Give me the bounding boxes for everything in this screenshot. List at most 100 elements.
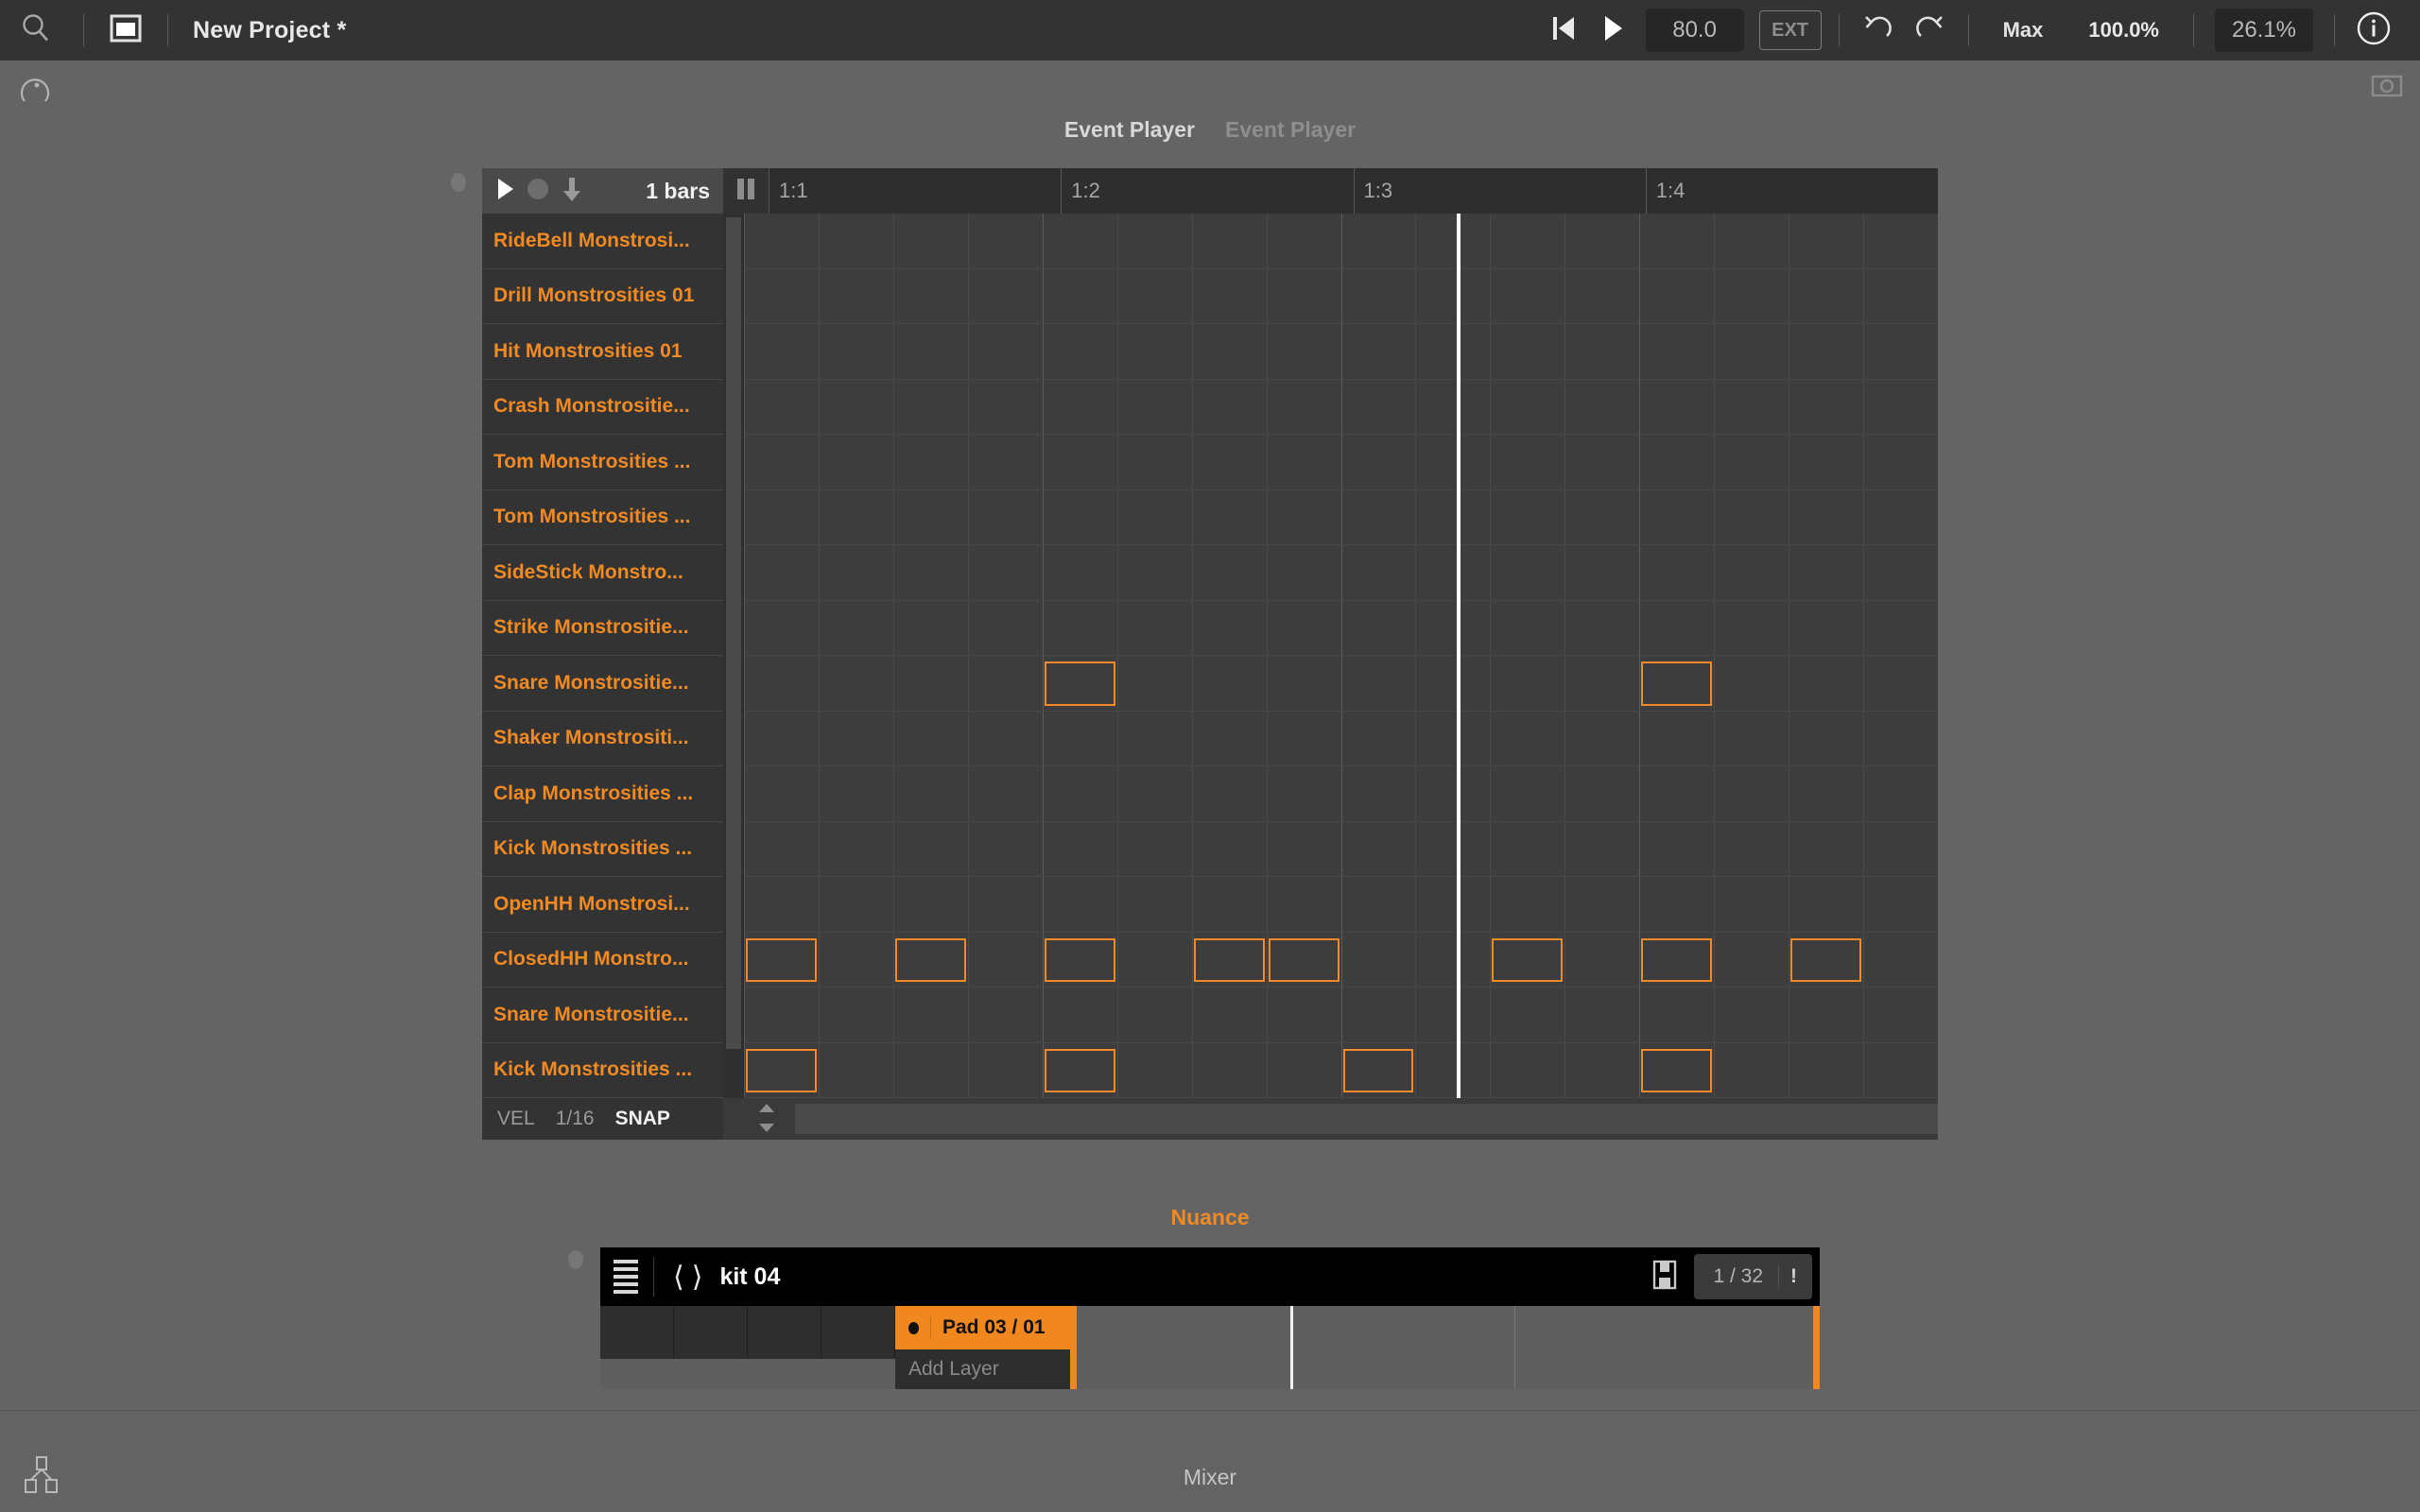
- grid-row[interactable]: [744, 877, 1938, 933]
- track-name-14[interactable]: Snare Monstrositie...: [482, 988, 723, 1043]
- track-name-12[interactable]: OpenHH Monstrosi...: [482, 877, 723, 933]
- track-name-7[interactable]: Strike Monstrositie...: [482, 601, 723, 656]
- play-icon[interactable]: [495, 177, 514, 206]
- pad-slot[interactable]: [748, 1306, 821, 1359]
- rewind-button[interactable]: [1538, 14, 1589, 47]
- grid-row[interactable]: [744, 766, 1938, 822]
- track-name-8[interactable]: Snare Monstrositie...: [482, 656, 723, 712]
- tab-event-player-2[interactable]: Event Player: [1225, 117, 1356, 143]
- grid-row[interactable]: [744, 545, 1938, 601]
- kit-alert-label[interactable]: !: [1778, 1265, 1808, 1288]
- note-event[interactable]: [1044, 1048, 1115, 1092]
- grid-row[interactable]: [744, 1043, 1938, 1098]
- load-percent[interactable]: 26.1%: [2215, 9, 2313, 52]
- grid-row[interactable]: [744, 822, 1938, 877]
- note-event[interactable]: [746, 937, 817, 982]
- note-grid[interactable]: [744, 214, 1938, 1098]
- chevron-left-icon[interactable]: ⟨: [669, 1261, 688, 1294]
- nuance-handle[interactable]: [568, 1250, 583, 1269]
- kit-panel: ⟨ ⟩ kit 04 1 / 32 ! Pad 03 / 01 Add Laye…: [600, 1247, 1820, 1389]
- value-stepper[interactable]: [744, 1098, 789, 1140]
- track-name-11[interactable]: Kick Monstrosities ...: [482, 822, 723, 877]
- download-icon[interactable]: [562, 176, 582, 207]
- note-event[interactable]: [1044, 937, 1115, 982]
- pause-button[interactable]: [723, 168, 769, 214]
- grid-row[interactable]: [744, 324, 1938, 380]
- redo-button[interactable]: [1904, 13, 1957, 48]
- play-button[interactable]: [1589, 14, 1636, 47]
- track-name-3[interactable]: Crash Monstrositie...: [482, 380, 723, 435]
- sequencer-handle[interactable]: [451, 173, 466, 192]
- info-button[interactable]: [2346, 10, 2401, 51]
- note-event[interactable]: [1641, 937, 1713, 982]
- track-name-10[interactable]: Clap Monstrosities ...: [482, 766, 723, 822]
- sequencer-length[interactable]: 1 bars: [646, 179, 710, 204]
- ruler-tick[interactable]: 1:4: [1645, 168, 1938, 214]
- pad-slot[interactable]: [821, 1306, 895, 1359]
- note-event[interactable]: [1044, 662, 1115, 706]
- grid-row[interactable]: [744, 656, 1938, 712]
- pad-timeline[interactable]: [1070, 1306, 1820, 1389]
- playhead: [1456, 214, 1461, 1098]
- velocity-lane[interactable]: [795, 1104, 1938, 1134]
- window-layout-button[interactable]: [95, 14, 156, 47]
- note-event[interactable]: [1790, 937, 1862, 982]
- grid-row[interactable]: [744, 601, 1938, 656]
- track-name-6[interactable]: SideStick Monstro...: [482, 545, 723, 601]
- grid-row[interactable]: [744, 988, 1938, 1043]
- screenshot-button[interactable]: [2371, 72, 2403, 103]
- note-event[interactable]: [1492, 937, 1564, 982]
- track-name-15[interactable]: Kick Monstrosities ...: [482, 1043, 723, 1098]
- selected-pad-header[interactable]: Pad 03 / 01: [895, 1306, 1070, 1349]
- tab-event-player-1[interactable]: Event Player: [1064, 117, 1195, 143]
- track-name-4[interactable]: Tom Monstrosities ...: [482, 435, 723, 490]
- selected-pad[interactable]: Pad 03 / 01 Add Layer: [895, 1306, 1077, 1389]
- note-event[interactable]: [1268, 937, 1340, 982]
- snap-label[interactable]: SNAP: [615, 1108, 670, 1130]
- mixer-label[interactable]: Mixer: [0, 1465, 2420, 1490]
- track-name-9[interactable]: Shaker Monstrositi...: [482, 712, 723, 766]
- ruler-tick[interactable]: 1:2: [1061, 168, 1353, 214]
- note-event[interactable]: [1193, 937, 1265, 982]
- note-event[interactable]: [1342, 1048, 1414, 1092]
- grid-row[interactable]: [744, 214, 1938, 269]
- undo-button[interactable]: [1851, 13, 1904, 48]
- track-name-0[interactable]: RideBell Monstrosi...: [482, 214, 723, 269]
- note-event[interactable]: [894, 937, 966, 982]
- velocity-label[interactable]: VEL: [497, 1108, 535, 1130]
- note-event[interactable]: [1641, 662, 1713, 706]
- pad-slot[interactable]: [600, 1306, 674, 1359]
- kit-page-indicator[interactable]: 1 / 32 !: [1694, 1254, 1812, 1299]
- grid-row[interactable]: [744, 269, 1938, 324]
- note-event[interactable]: [746, 1048, 817, 1092]
- ext-sync-button[interactable]: EXT: [1758, 10, 1822, 50]
- track-scrollbar[interactable]: [723, 214, 744, 1098]
- track-name-13[interactable]: ClosedHH Monstro...: [482, 933, 723, 988]
- hamburger-icon[interactable]: [614, 1260, 638, 1294]
- ruler-tick[interactable]: 1:3: [1353, 168, 1646, 214]
- grid-row[interactable]: [744, 490, 1938, 545]
- tempo-field[interactable]: 80.0: [1645, 9, 1744, 52]
- grid-row[interactable]: [744, 712, 1938, 766]
- scrollbar-thumb[interactable]: [726, 217, 741, 1049]
- track-name-5[interactable]: Tom Monstrosities ...: [482, 490, 723, 545]
- pad-slot[interactable]: [674, 1306, 748, 1359]
- search-button[interactable]: [0, 12, 72, 49]
- add-layer-button[interactable]: Add Layer: [895, 1349, 1070, 1389]
- ruler-tick[interactable]: 1:1: [769, 168, 1061, 214]
- grid-row[interactable]: [744, 380, 1938, 435]
- pad-grid-line: [1514, 1306, 1515, 1389]
- kit-name[interactable]: kit 04: [719, 1263, 780, 1291]
- chevron-right-icon[interactable]: ⟩: [688, 1261, 707, 1294]
- timeline-ruler[interactable]: 1:1 1:2 1:3 1:4: [769, 168, 1938, 214]
- grid-row[interactable]: [744, 435, 1938, 490]
- note-event[interactable]: [1641, 1048, 1713, 1092]
- quality-label[interactable]: Max: [1980, 18, 2066, 43]
- track-name-2[interactable]: Hit Monstrosities 01: [482, 324, 723, 380]
- snap-value[interactable]: 1/16: [556, 1108, 595, 1130]
- record-icon[interactable]: [526, 177, 550, 206]
- sequencer-panel: 1 bars 1:1 1:2 1:3 1:4 RideBell Monstrosi..…: [482, 168, 1938, 1140]
- track-name-1[interactable]: Drill Monstrosities 01: [482, 269, 723, 324]
- save-icon[interactable]: [1652, 1260, 1677, 1295]
- master-knob-button[interactable]: [16, 72, 54, 114]
